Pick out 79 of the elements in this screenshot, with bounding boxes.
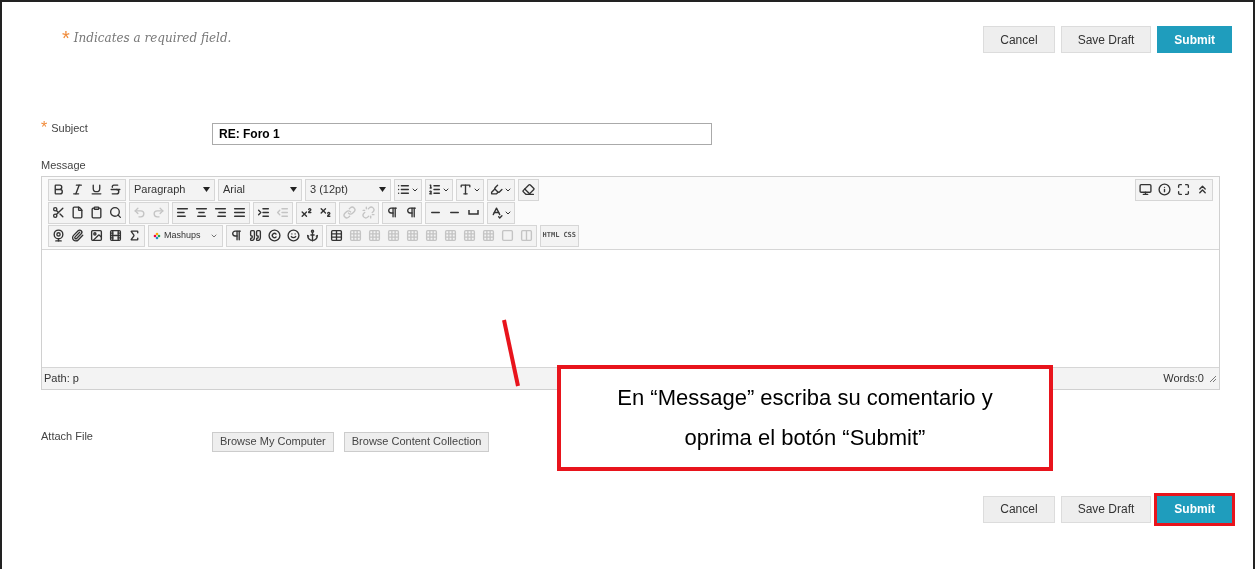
cell-icon	[500, 229, 514, 242]
table-grid-icon	[348, 229, 362, 242]
align-justify-icon	[233, 206, 246, 219]
field-label: Attach File	[41, 428, 94, 444]
browse-button[interactable]: Browse Content Collection	[343, 431, 490, 452]
resize-handle-icon[interactable]	[1208, 373, 1217, 383]
search-icon	[109, 206, 122, 219]
numbered-list-icon	[428, 183, 441, 196]
dots-icon	[153, 231, 161, 240]
italic-icon	[71, 183, 84, 196]
scissors-icon	[52, 206, 65, 219]
required-mark: *	[41, 120, 48, 137]
paperclip-icon	[71, 229, 84, 242]
table-grid-icon	[367, 229, 381, 242]
outdent-icon	[276, 206, 289, 219]
format-dropdown[interactable]: 3 (12pt)	[306, 179, 390, 200]
text-color-icon	[459, 183, 472, 196]
bold-icon	[52, 183, 65, 196]
unlink-icon	[362, 206, 375, 219]
copyright-icon	[267, 229, 281, 242]
formula-icon	[128, 229, 141, 242]
pilcrow-icon	[386, 206, 399, 219]
align-center-icon	[195, 206, 208, 219]
table-grid-icon	[405, 229, 419, 242]
smiley-icon	[286, 229, 300, 242]
callout-text: En “Message” escriba su comentario y oprima el botón “Submit”	[616, 384, 994, 452]
mashups-dropdown[interactable]: Mashups	[149, 225, 222, 246]
subscript-icon	[319, 206, 332, 219]
table-grid-icon	[481, 229, 495, 242]
form-button[interactable]: Save Draft	[1060, 26, 1152, 53]
table-grid-icon	[424, 229, 438, 242]
align-right-icon	[214, 206, 227, 219]
subject-field[interactable]: RE: Foro 1	[212, 123, 712, 145]
dropdown-arrow-icon	[379, 187, 386, 192]
collapse-icon	[1196, 183, 1209, 196]
link-icon	[343, 206, 356, 219]
dropdown-arrow-icon	[290, 187, 297, 192]
columns-icon	[519, 229, 533, 242]
fullscreen-icon	[1177, 183, 1190, 196]
media-icon	[109, 229, 122, 242]
preview-icon	[1139, 183, 1152, 196]
indent-icon	[257, 206, 270, 219]
anchor-icon	[305, 229, 319, 242]
form-button[interactable]: Cancel	[983, 26, 1055, 53]
spellcheck-icon	[490, 206, 503, 219]
undo-icon	[133, 206, 146, 219]
align-left-icon	[176, 206, 189, 219]
redo-icon	[152, 206, 165, 219]
path-label: Path: p	[44, 370, 79, 386]
table-icon	[329, 229, 343, 242]
table-grid-icon	[443, 229, 457, 242]
dropdown-arrow-icon	[203, 187, 210, 192]
field-label: Subject	[51, 121, 88, 136]
form-button[interactable]: Save Draft	[1060, 495, 1152, 523]
pilcrow-icon	[405, 206, 418, 219]
eraser-icon	[522, 183, 535, 196]
format-dropdown[interactable]: Arial	[219, 179, 301, 200]
superscript-icon	[300, 206, 313, 219]
info-icon	[1158, 183, 1171, 196]
table-grid-icon	[386, 229, 400, 242]
strikethrough-icon	[109, 183, 122, 196]
form-button[interactable]: Cancel	[983, 495, 1055, 523]
paste-icon	[90, 206, 103, 219]
pilcrow-icon	[229, 229, 243, 242]
webcam-icon	[52, 229, 65, 242]
required-note: Indicates a required field.	[73, 30, 232, 47]
word-count: Words:0	[1163, 370, 1204, 386]
underline-icon	[90, 183, 103, 196]
highlighter-icon	[490, 183, 503, 196]
bullet-list-icon	[397, 183, 410, 196]
copy-icon	[71, 206, 84, 219]
image-icon	[90, 229, 103, 242]
required-mark: *	[62, 28, 70, 48]
quote-icon	[248, 229, 262, 242]
format-dropdown[interactable]: Paragraph	[130, 179, 214, 200]
browse-button[interactable]: Browse My Computer	[212, 431, 334, 452]
space-icon	[468, 210, 479, 215]
field-label: Message	[41, 158, 87, 173]
table-grid-icon	[462, 229, 476, 242]
